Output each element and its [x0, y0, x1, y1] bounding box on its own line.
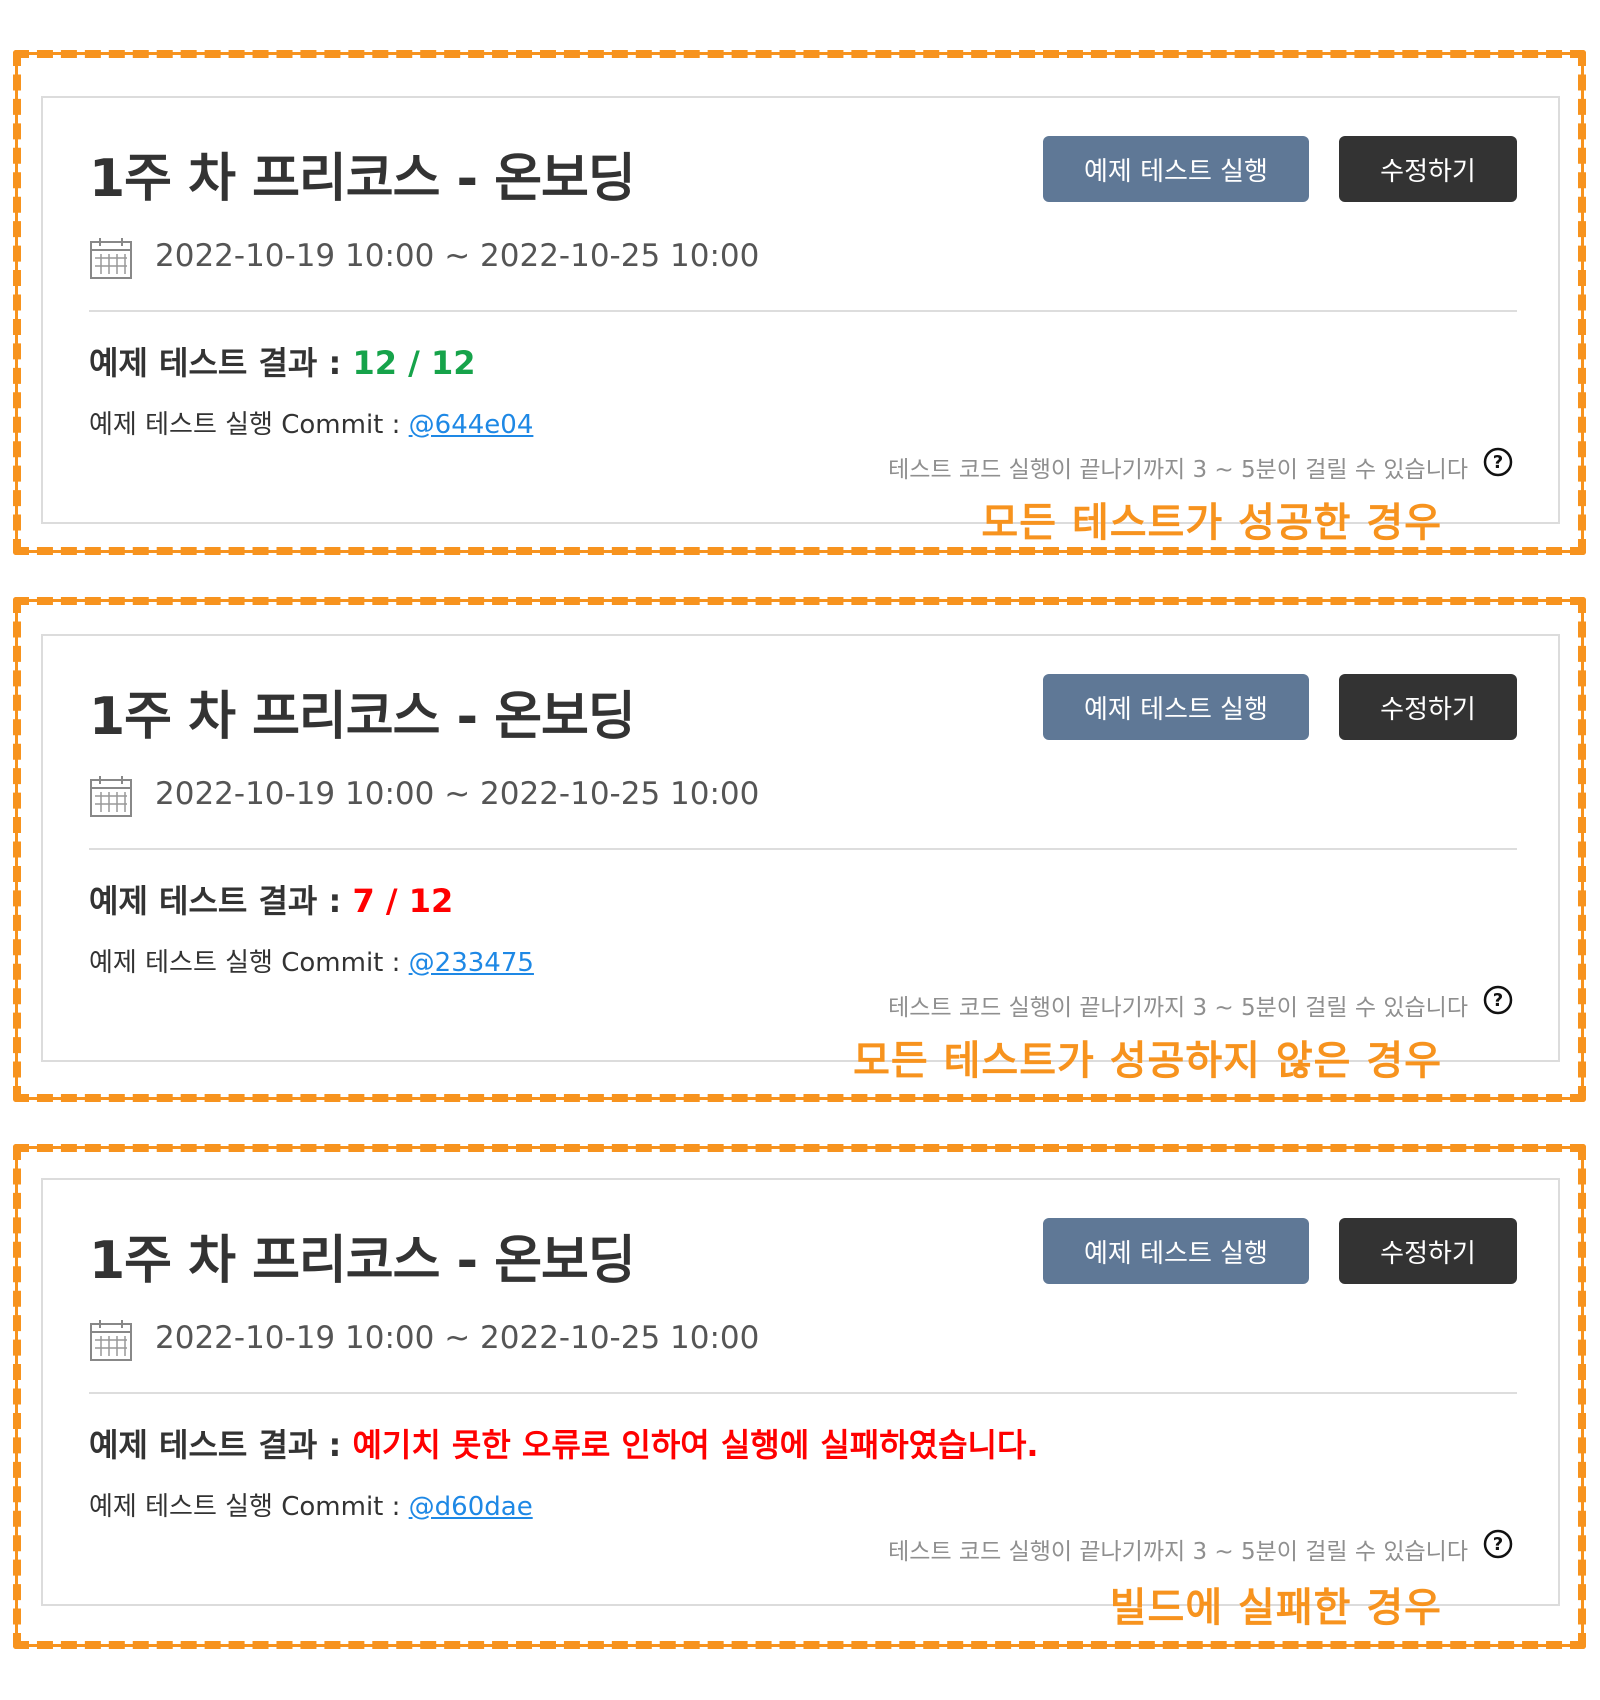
mission-period: 2022-10-19 10:00 ~ 2022-10-25 10:00	[155, 1320, 760, 1356]
svg-text:?: ?	[1493, 452, 1503, 473]
help-icon[interactable]: ?	[1483, 447, 1513, 477]
test-commit: 예제 테스트 실행 Commit : @233475	[89, 942, 534, 979]
divider	[89, 848, 1517, 850]
commit-label: 예제 테스트 실행 Commit :	[89, 1492, 401, 1522]
test-result-label: 예제 테스트 결과 :	[89, 882, 342, 920]
svg-text:?: ?	[1493, 990, 1503, 1011]
commit-link[interactable]: @233475	[409, 948, 534, 978]
svg-text:?: ?	[1493, 1534, 1503, 1555]
divider	[89, 310, 1517, 312]
test-commit: 예제 테스트 실행 Commit : @d60dae	[89, 1486, 533, 1523]
mission-title: 1주 차 프리코스 - 온보딩	[89, 687, 636, 747]
calendar-icon	[90, 238, 132, 279]
test-result-value: 12 / 12	[352, 344, 476, 382]
test-result: 예제 테스트 결과 : 12 / 12	[89, 338, 475, 384]
test-result: 예제 테스트 결과 : 7 / 12	[89, 876, 453, 922]
test-result: 예제 테스트 결과 : 예기치 못한 오류로 인하여 실행에 실패하였습니다.	[89, 1420, 1039, 1466]
test-commit: 예제 테스트 실행 Commit : @644e04	[89, 404, 533, 441]
commit-label: 예제 테스트 실행 Commit :	[89, 410, 401, 440]
mission-card: 1주 차 프리코스 - 온보딩 예제 테스트 실행 수정하기 2022-10-1…	[41, 634, 1560, 1062]
test-result-value: 7 / 12	[352, 882, 454, 920]
edit-button[interactable]: 수정하기	[1339, 674, 1517, 740]
execution-time-note: 테스트 코드 실행이 끝나기까지 3 ~ 5분이 걸릴 수 있습니다	[888, 1539, 1468, 1565]
divider	[89, 1392, 1517, 1394]
help-icon[interactable]: ?	[1483, 1529, 1513, 1559]
mission-period: 2022-10-19 10:00 ~ 2022-10-25 10:00	[155, 776, 760, 812]
run-example-test-button[interactable]: 예제 테스트 실행	[1043, 136, 1309, 202]
commit-label: 예제 테스트 실행 Commit :	[89, 948, 401, 978]
edit-button[interactable]: 수정하기	[1339, 136, 1517, 202]
run-example-test-button[interactable]: 예제 테스트 실행	[1043, 1218, 1309, 1284]
calendar-icon	[90, 1320, 132, 1361]
edit-button[interactable]: 수정하기	[1339, 1218, 1517, 1284]
mission-title: 1주 차 프리코스 - 온보딩	[89, 1231, 636, 1291]
calendar-icon	[90, 776, 132, 817]
mission-period: 2022-10-19 10:00 ~ 2022-10-25 10:00	[155, 238, 760, 274]
run-example-test-button[interactable]: 예제 테스트 실행	[1043, 674, 1309, 740]
commit-link[interactable]: @d60dae	[409, 1492, 533, 1522]
mission-card: 1주 차 프리코스 - 온보딩 예제 테스트 실행 수정하기 2022-10-1…	[41, 96, 1560, 524]
mission-title: 1주 차 프리코스 - 온보딩	[89, 149, 636, 209]
case-caption: 빌드에 실패한 경우	[1109, 1585, 1442, 1631]
execution-time-note: 테스트 코드 실행이 끝나기까지 3 ~ 5분이 걸릴 수 있습니다	[888, 995, 1468, 1021]
test-result-label: 예제 테스트 결과 :	[89, 1426, 342, 1464]
help-icon[interactable]: ?	[1483, 985, 1513, 1015]
commit-link[interactable]: @644e04	[409, 410, 534, 440]
case-caption: 모든 테스트가 성공한 경우	[981, 500, 1442, 546]
case-caption: 모든 테스트가 성공하지 않은 경우	[853, 1038, 1442, 1084]
test-result-label: 예제 테스트 결과 :	[89, 344, 342, 382]
execution-time-note: 테스트 코드 실행이 끝나기까지 3 ~ 5분이 걸릴 수 있습니다	[888, 457, 1468, 483]
mission-card: 1주 차 프리코스 - 온보딩 예제 테스트 실행 수정하기 2022-10-1…	[41, 1178, 1560, 1606]
test-result-value: 예기치 못한 오류로 인하여 실행에 실패하였습니다.	[352, 1426, 1039, 1464]
